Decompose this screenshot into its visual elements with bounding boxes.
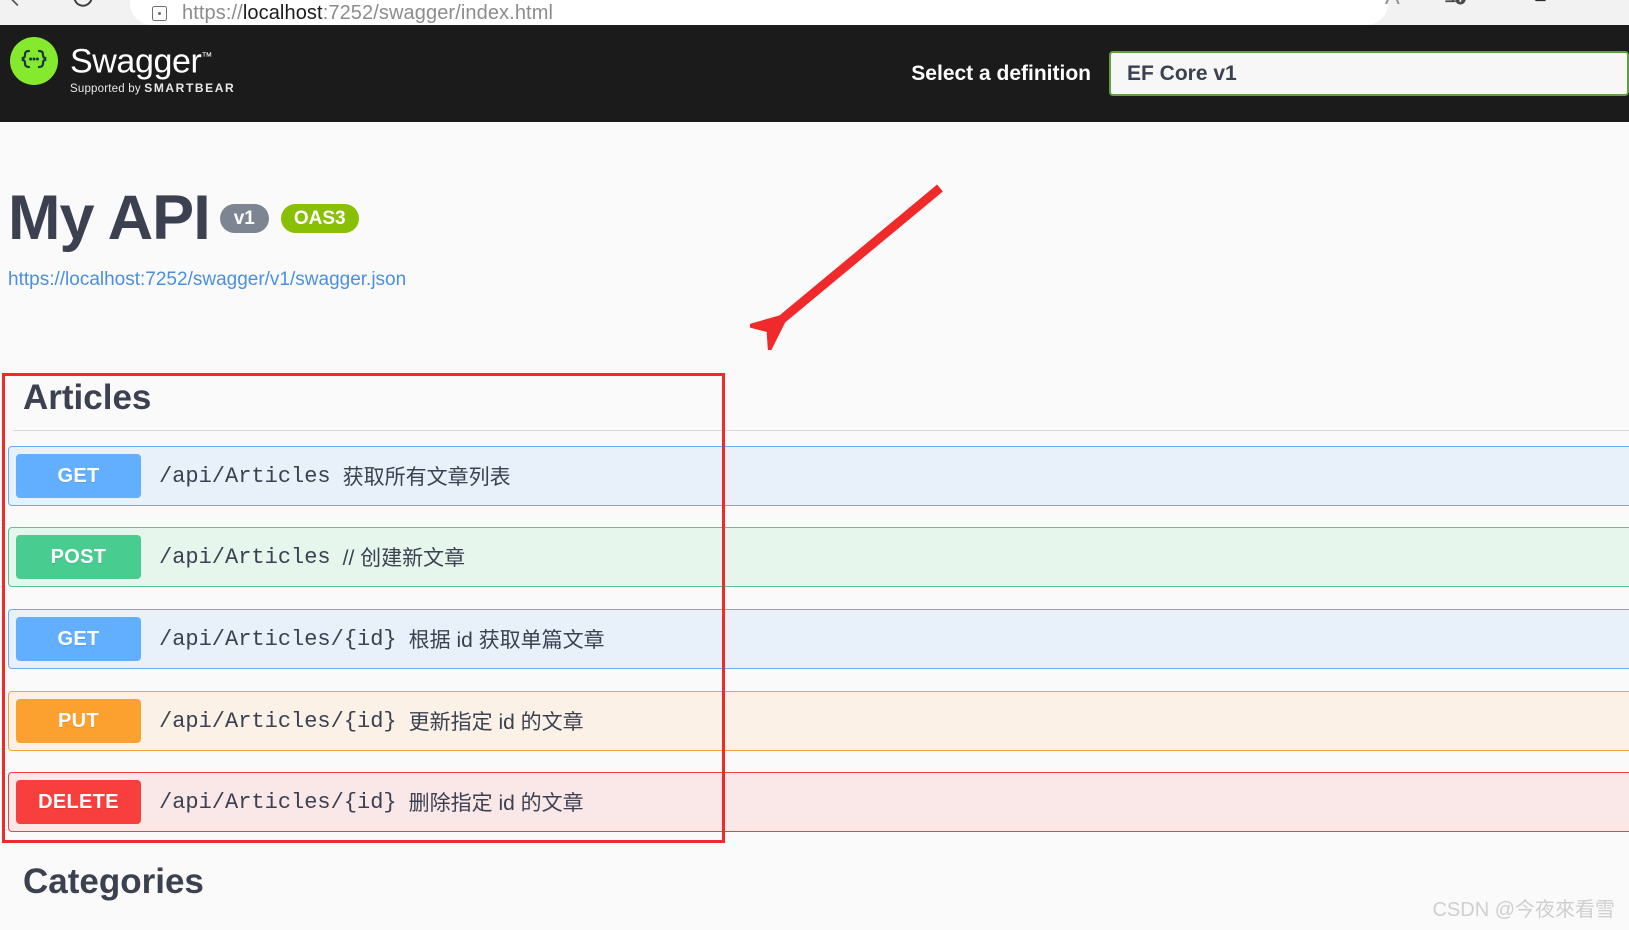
swagger-wordmark: Swagger™: [70, 42, 212, 81]
operation-path: /api/Articles: [159, 463, 331, 489]
swagger-logo[interactable]: Swagger™ Supported by SMARTBEAR: [10, 37, 235, 95]
api-info-header: My API v1 OAS3: [8, 184, 359, 252]
spec-url-link[interactable]: https://localhost:7252/swagger/v1/swagge…: [8, 269, 406, 291]
method-badge: PUT: [16, 699, 141, 743]
swagger-ui-content: My API v1 OAS3 https://localhost:7252/sw…: [0, 122, 1629, 930]
operation-path: /api/Articles/{id}: [159, 626, 397, 652]
tag-divider: [13, 430, 1629, 431]
operation-summary: 获取所有文章列表: [342, 466, 511, 489]
tag-section-categories: Categories: [0, 862, 1629, 902]
site-info-icon[interactable]: [152, 6, 167, 21]
csdn-watermark: CSDN @今夜來看雪: [1432, 899, 1615, 921]
method-badge: GET: [16, 617, 141, 661]
operation-row[interactable]: GET /api/Articles/{id} 根据 id 获取单篇文章: [8, 609, 1629, 669]
select-definition-label: Select a definition: [911, 61, 1091, 85]
operation-path: /api/Articles/{id}: [159, 708, 397, 734]
operation-summary: // 创建新文章: [342, 547, 466, 570]
operation-row[interactable]: POST /api/Articles // 创建新文章: [8, 527, 1629, 587]
tag-title-articles[interactable]: Articles: [0, 378, 1629, 418]
operation-summary: 根据 id 获取单篇文章: [408, 629, 605, 652]
definition-selector-group: Select a definition EF Core v1: [911, 25, 1629, 122]
oas-badge: OAS3: [280, 203, 359, 233]
address-bar-url: https://localhost:7252/swagger/index.htm…: [182, 2, 553, 24]
operation-row[interactable]: DELETE /api/Articles/{id} 删除指定 id 的文章: [8, 772, 1629, 832]
swagger-supported-by: Supported by SMARTBEAR: [70, 81, 236, 96]
back-arrow-icon[interactable]: [6, 0, 32, 12]
method-badge: GET: [16, 454, 141, 498]
operation-summary: 更新指定 id 的文章: [408, 711, 584, 734]
operation-row[interactable]: GET /api/Articles 获取所有文章列表: [8, 446, 1629, 506]
page-title: My API: [8, 183, 211, 253]
method-badge: POST: [16, 535, 141, 579]
definition-select[interactable]: EF Core v1: [1109, 51, 1629, 96]
reload-icon[interactable]: [70, 0, 96, 10]
tag-title-categories[interactable]: Categories: [0, 862, 1629, 902]
swagger-topbar: Swagger™ Supported by SMARTBEAR Select a…: [0, 25, 1629, 122]
read-aloud-icon[interactable]: A": [1385, 0, 1404, 10]
version-badge: v1: [219, 203, 269, 233]
swagger-braces-icon: [10, 37, 58, 85]
operation-row[interactable]: PUT /api/Articles/{id} 更新指定 id 的文章: [8, 691, 1629, 751]
operation-summary: 删除指定 id 的文章: [408, 792, 584, 815]
operation-path: /api/Articles: [159, 544, 331, 570]
favorites-icon[interactable]: [1530, 0, 1560, 12]
address-bar[interactable]: https://localhost:7252/swagger/index.htm…: [130, 0, 1388, 25]
screenshot-root: https://localhost:7252/swagger/index.htm…: [0, 0, 1629, 930]
operation-path: /api/Articles/{id}: [159, 789, 397, 815]
browser-chrome: https://localhost:7252/swagger/index.htm…: [0, 0, 1629, 25]
method-badge: DELETE: [16, 780, 141, 824]
tag-section-articles: Articles: [0, 378, 1629, 431]
collections-add-icon[interactable]: [1440, 0, 1470, 12]
